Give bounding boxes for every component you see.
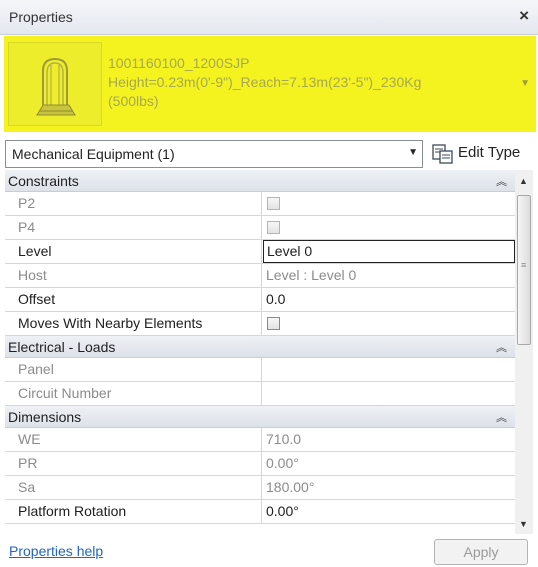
collapse-icon[interactable]: ︽ bbox=[496, 409, 507, 425]
scroll-down-arrow-icon[interactable]: ▼ bbox=[519, 519, 528, 529]
edit-type-label: Edit Type bbox=[458, 144, 521, 161]
section-header-electrical-loads[interactable]: Electrical - Loads ︽ bbox=[5, 336, 515, 358]
property-name: PR bbox=[5, 452, 262, 475]
properties-grid: Constraints ︽ P2 P4 Level Level 0 Host L… bbox=[5, 170, 515, 534]
apply-button[interactable]: Apply bbox=[434, 539, 528, 565]
chevron-down-icon[interactable]: ▼ bbox=[408, 147, 418, 158]
collapse-icon[interactable]: ︽ bbox=[496, 173, 507, 189]
type-name-line: (500lbs) bbox=[108, 93, 159, 109]
property-row-moves-with-nearby: Moves With Nearby Elements bbox=[5, 312, 515, 336]
property-name: P2 bbox=[5, 192, 262, 215]
moves-with-nearby-checkbox[interactable] bbox=[267, 317, 280, 330]
equipment-preview-icon bbox=[8, 42, 102, 126]
property-row-p4: P4 bbox=[5, 216, 515, 240]
close-icon[interactable]: × bbox=[519, 6, 529, 26]
level-value-field[interactable]: Level 0 bbox=[263, 240, 515, 263]
property-name: Moves With Nearby Elements bbox=[5, 312, 262, 335]
category-filter-value: Mechanical Equipment (1) bbox=[12, 146, 175, 162]
panel-title: Properties bbox=[9, 9, 73, 25]
property-row-host: Host Level : Level 0 bbox=[5, 264, 515, 288]
type-name-line: 1001160100_1200SJP bbox=[108, 55, 250, 71]
type-name-line: Height=0.23m(0'-9")_Reach=7.13m(23'-5")_… bbox=[108, 74, 422, 90]
property-name: Offset bbox=[5, 288, 262, 311]
sa-value: 180.00° bbox=[266, 479, 315, 495]
property-name: WE bbox=[5, 428, 262, 451]
property-row-panel: Panel bbox=[5, 358, 515, 382]
edit-type-icon bbox=[432, 144, 453, 164]
offset-value-field[interactable]: 0.0 bbox=[263, 288, 515, 311]
panel-value bbox=[263, 358, 515, 381]
property-name: Level bbox=[5, 240, 262, 263]
section-title: Dimensions bbox=[8, 409, 82, 425]
property-name: Host bbox=[5, 264, 262, 287]
category-filter-dropdown[interactable]: Mechanical Equipment (1) ▼ bbox=[5, 140, 423, 168]
pr-value: 0.00° bbox=[266, 455, 299, 471]
we-value: 710.0 bbox=[266, 431, 302, 447]
property-name: Platform Rotation bbox=[5, 500, 262, 523]
section-header-dimensions[interactable]: Dimensions ︽ bbox=[5, 406, 515, 428]
property-row-circuit-number: Circuit Number bbox=[5, 382, 515, 406]
property-row-platform-rotation: Platform Rotation 0.00° bbox=[5, 500, 515, 524]
property-row-offset: Offset 0.0 bbox=[5, 288, 515, 312]
property-row-p2: P2 bbox=[5, 192, 515, 216]
host-value: Level : Level 0 bbox=[266, 267, 357, 283]
property-name: Circuit Number bbox=[5, 382, 262, 405]
section-title: Electrical - Loads bbox=[8, 339, 116, 355]
p2-checkbox[interactable] bbox=[267, 197, 280, 210]
property-name: Sa bbox=[5, 476, 262, 499]
footer: Properties help Apply bbox=[0, 536, 538, 567]
title-bar: Properties × bbox=[0, 0, 538, 35]
property-row-pr: PR 0.00° bbox=[5, 452, 515, 476]
property-row-sa: Sa 180.00° bbox=[5, 476, 515, 500]
scrollbar-thumb[interactable]: ≡ bbox=[517, 195, 531, 345]
property-name: Panel bbox=[5, 358, 262, 381]
property-row-we: WE 710.0 bbox=[5, 428, 515, 452]
collapse-icon[interactable]: ︽ bbox=[496, 339, 507, 355]
section-title: Constraints bbox=[8, 173, 79, 189]
p4-checkbox[interactable] bbox=[267, 221, 280, 234]
platform-rotation-value-field[interactable]: 0.00° bbox=[263, 500, 515, 523]
property-row-level: Level Level 0 bbox=[5, 240, 515, 264]
properties-help-link[interactable]: Properties help bbox=[9, 543, 103, 559]
vertical-scrollbar[interactable]: ▲ ≡ ▼ bbox=[515, 170, 533, 534]
section-header-constraints[interactable]: Constraints ︽ bbox=[5, 170, 515, 192]
property-name: P4 bbox=[5, 216, 262, 239]
circuit-number-value bbox=[263, 382, 515, 405]
instance-selector-row: Mechanical Equipment (1) ▼ Edit Type bbox=[0, 140, 538, 170]
grip-icon: ≡ bbox=[521, 260, 527, 270]
type-dropdown-arrow-icon[interactable]: ▼ bbox=[520, 78, 530, 89]
type-name: 1001160100_1200SJP Height=0.23m(0'-9")_R… bbox=[108, 54, 421, 111]
scroll-up-arrow-icon[interactable]: ▲ bbox=[519, 176, 528, 186]
type-selector[interactable]: 1001160100_1200SJP Height=0.23m(0'-9")_R… bbox=[4, 36, 536, 132]
